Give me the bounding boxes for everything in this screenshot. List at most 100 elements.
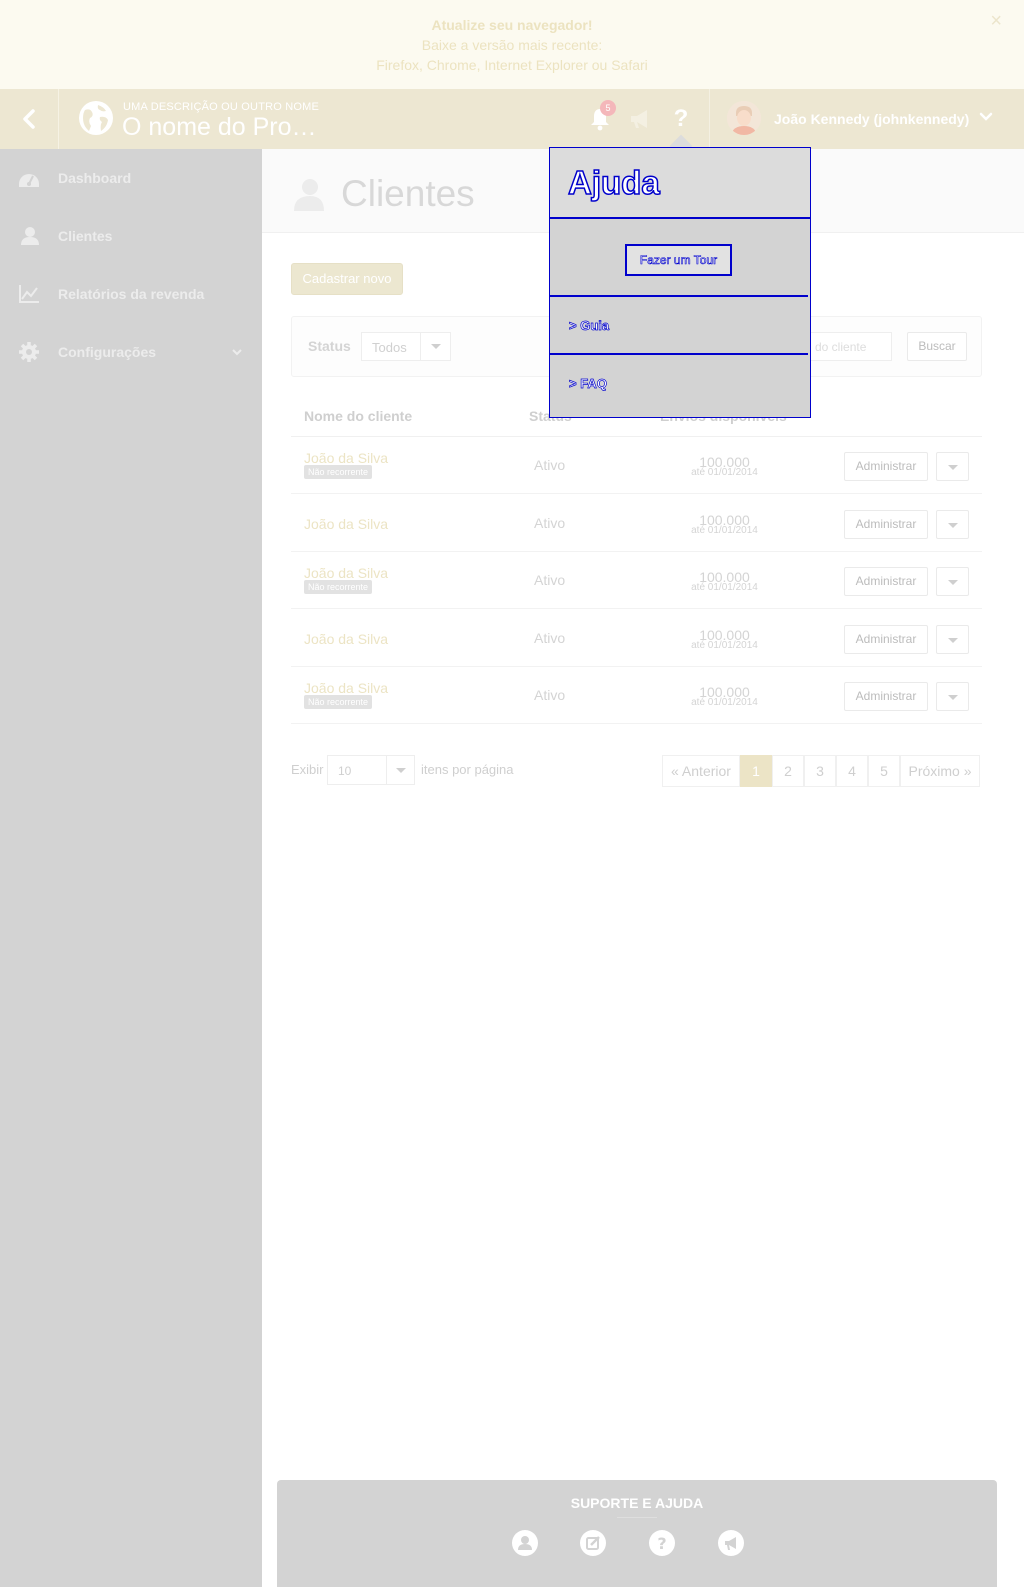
administer-button[interactable]: Administrar [844, 510, 928, 539]
top-bar: UMA DESCRIÇÃO OU OUTRO NOME O nome do Pr… [0, 89, 1024, 149]
client-name-link[interactable]: João da Silva [304, 631, 388, 647]
megaphone-icon[interactable] [628, 107, 652, 131]
chevron-down-icon[interactable] [978, 109, 994, 125]
search-input[interactable] [804, 332, 892, 361]
table-row: João da Silva Ativo 100.000 até 01/01/20… [291, 495, 982, 552]
available-until: até 01/01/2014 [691, 640, 758, 651]
user-icon [294, 179, 324, 211]
close-icon[interactable]: × [990, 10, 1002, 33]
sidebar-item-clientes[interactable]: Clientes [0, 207, 262, 265]
product-name[interactable]: O nome do Pro… [122, 113, 317, 142]
megaphone-icon[interactable] [718, 1530, 744, 1556]
per-page-select[interactable]: 10 [327, 755, 415, 785]
page-title: Clientes [341, 173, 475, 214]
sidebar-item-label: Clientes [58, 228, 113, 244]
sidebar: Dashboard Clientes Relatórios da revenda… [0, 149, 262, 1587]
sidebar-item-label: Configurações [58, 344, 157, 360]
status-select[interactable]: Todos [361, 332, 451, 361]
sidebar-item-relatorios[interactable]: Relatórios da revenda [0, 265, 262, 323]
support-panel: SUPORTE E AJUDA ? [277, 1480, 997, 1587]
available-until: até 01/01/2014 [691, 467, 758, 478]
chevron-left-icon [23, 109, 35, 129]
sidebar-item-configuracoes[interactable]: Configurações [0, 323, 262, 381]
support-divider [617, 1517, 657, 1518]
caret-down-icon [386, 756, 414, 784]
caret-down-icon [420, 333, 450, 360]
pagination-page-4[interactable]: 4 [836, 755, 868, 787]
user-icon [21, 227, 39, 245]
notification-badge: 5 [600, 100, 616, 116]
column-header-name[interactable]: Nome do cliente [304, 408, 412, 424]
pagination-page-5[interactable]: 5 [868, 755, 900, 787]
pagination-page-1[interactable]: 1 [740, 755, 772, 787]
user-icon[interactable] [512, 1530, 538, 1556]
popover-header: Ajuda [550, 148, 810, 219]
take-tour-button[interactable]: Fazer um Tour [625, 244, 732, 276]
sidebar-item-dashboard[interactable]: Dashboard [0, 149, 262, 207]
row-actions-dropdown[interactable] [936, 625, 969, 654]
faq-link[interactable]: > FAQ [569, 376, 608, 392]
pagination-previous[interactable]: « Anterior [662, 755, 740, 787]
popover-divider [550, 353, 808, 355]
row-actions-dropdown[interactable] [936, 567, 969, 596]
status-select-value: Todos [372, 340, 407, 355]
dashboard-icon [19, 174, 39, 187]
available-until: até 01/01/2014 [691, 697, 758, 708]
status-badge: Não recorrente [304, 465, 373, 479]
help-popover: Ajuda Fazer um Tour > Guia > FAQ [549, 147, 811, 418]
table-row: João da Silva Não recorrente Ativo 100.0… [291, 552, 982, 609]
avatar[interactable] [727, 101, 761, 135]
back-button[interactable] [0, 89, 59, 149]
pagination-next[interactable]: Próximo » [900, 755, 980, 787]
per-page-label: itens por página [421, 762, 514, 777]
client-name-link[interactable]: João da Silva [304, 565, 388, 581]
client-status: Ativo [534, 457, 566, 473]
client-status: Ativo [534, 572, 566, 588]
pagination-page-3[interactable]: 3 [804, 755, 836, 787]
search-button[interactable]: Buscar [907, 332, 967, 361]
administer-button[interactable]: Administrar [844, 452, 928, 481]
administer-button[interactable]: Administrar [844, 682, 928, 711]
administer-button[interactable]: Administrar [844, 625, 928, 654]
question-icon[interactable]: ? [669, 105, 693, 132]
browser-warning-banner: Atualize seu navegador! Baixe a versão m… [0, 0, 1024, 89]
administer-button[interactable]: Administrar [844, 567, 928, 596]
row-actions-dropdown[interactable] [936, 510, 969, 539]
pagination-page-2[interactable]: 2 [772, 755, 804, 787]
row-actions-dropdown[interactable] [936, 452, 969, 481]
table-row: João da Silva Ativo 100.000 até 01/01/20… [291, 610, 982, 667]
client-name-link[interactable]: João da Silva [304, 516, 388, 532]
question-icon[interactable]: ? [649, 1530, 675, 1556]
show-label: Exibir [291, 762, 324, 777]
browser-warning-title: Atualize seu navegador! [431, 17, 593, 33]
user-name[interactable]: João Kennedy (johnkennedy) [774, 111, 969, 127]
sidebar-item-label: Relatórios da revenda [58, 286, 205, 302]
guide-link[interactable]: > Guia [569, 318, 610, 334]
add-client-button[interactable]: Cadastrar novo [291, 263, 403, 295]
browser-warning-line-2: Firefox, Chrome, Internet Explorer ou Sa… [376, 57, 648, 73]
sidebar-item-label: Dashboard [58, 170, 132, 186]
table-row: João da Silva Não recorrente Ativo 100.0… [291, 437, 982, 494]
support-title: SUPORTE E AJUDA [570, 1495, 704, 1511]
chevron-down-icon [232, 349, 242, 356]
client-status: Ativo [534, 515, 566, 531]
status-filter-label: Status [308, 338, 351, 354]
client-status: Ativo [534, 687, 566, 703]
status-badge: Não recorrente [304, 580, 373, 594]
line-chart-icon [19, 285, 39, 303]
gear-icon [19, 342, 39, 362]
per-page-value: 10 [338, 764, 352, 778]
topbar-divider [709, 89, 710, 149]
globe-icon [79, 101, 113, 135]
popover-title: Ajuda [567, 163, 660, 202]
svg-text:?: ? [657, 1534, 666, 1553]
client-name-link[interactable]: João da Silva [304, 450, 388, 466]
browser-warning-line-1: Baixe a versão mais recente: [421, 37, 603, 53]
client-status: Ativo [534, 630, 566, 646]
client-name-link[interactable]: João da Silva [304, 680, 388, 696]
available-until: até 01/01/2014 [691, 525, 758, 536]
popover-divider [550, 295, 808, 297]
row-actions-dropdown[interactable] [936, 682, 969, 711]
edit-icon[interactable] [580, 1530, 606, 1556]
available-until: até 01/01/2014 [691, 582, 758, 593]
